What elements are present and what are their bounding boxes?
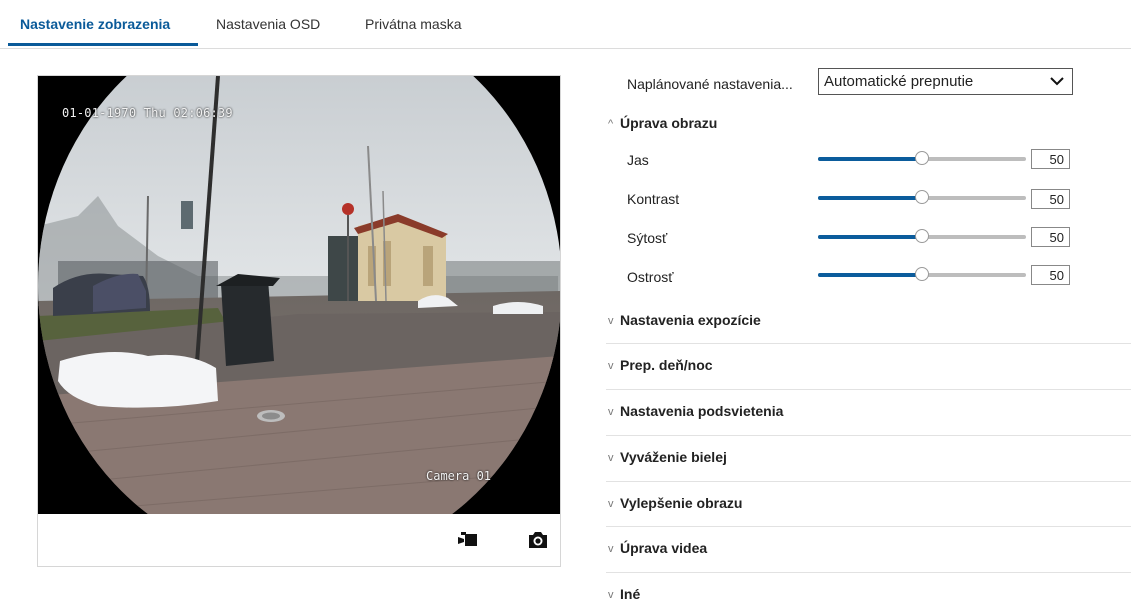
chevron-up-icon: ^ xyxy=(608,118,614,130)
section-image-adjust[interactable]: ^ Úprava obrazu xyxy=(608,115,717,131)
schedule-label: Naplánované nastavenia... xyxy=(627,76,793,92)
chevron-down-icon: v xyxy=(608,543,614,555)
active-tab-indicator xyxy=(8,43,198,46)
brightness-slider[interactable] xyxy=(818,150,1026,168)
chevron-down-icon: v xyxy=(608,498,614,510)
brightness-label: Jas xyxy=(627,152,649,168)
section-other[interactable]: v Iné xyxy=(608,586,640,602)
chevron-down-icon: v xyxy=(608,360,614,372)
osd-camera-name: Camera 01 xyxy=(426,469,492,483)
saturation-slider[interactable] xyxy=(818,228,1026,246)
section-backlight[interactable]: v Nastavenia podsvietenia xyxy=(608,403,783,419)
video-camera-icon[interactable] xyxy=(456,528,480,552)
camera-icon[interactable] xyxy=(526,528,550,552)
schedule-select-value: Automatické prepnutie xyxy=(824,73,974,90)
sharpness-slider[interactable] xyxy=(818,266,1026,284)
tab-privacy-mask[interactable]: Privátna maska xyxy=(365,16,461,32)
section-day-night[interactable]: v Prep. deň/noc xyxy=(608,357,713,373)
camera-scene-image xyxy=(38,76,560,514)
section-image-enhancement[interactable]: v Vylepšenie obrazu xyxy=(608,495,742,511)
sharpness-input[interactable] xyxy=(1031,265,1070,285)
section-video-adjust[interactable]: v Úprava videa xyxy=(608,540,707,556)
tab-display-settings[interactable]: Nastavenie zobrazenia xyxy=(20,16,170,32)
saturation-label: Sýtosť xyxy=(627,230,668,246)
chevron-down-icon: v xyxy=(608,315,614,327)
tab-osd-settings[interactable]: Nastavenia OSD xyxy=(216,16,320,32)
video-toolbar xyxy=(38,514,560,566)
contrast-input[interactable] xyxy=(1031,189,1070,209)
tab-bar: Nastavenie zobrazenia Nastavenia OSD Pri… xyxy=(0,0,1131,49)
brightness-input[interactable] xyxy=(1031,149,1070,169)
chevron-down-icon: v xyxy=(608,406,614,418)
chevron-down-icon: v xyxy=(608,589,614,601)
chevron-down-icon: v xyxy=(608,452,614,464)
sharpness-label: Ostrosť xyxy=(627,269,674,285)
saturation-input[interactable] xyxy=(1031,227,1070,247)
section-exposure[interactable]: v Nastavenia expozície xyxy=(608,312,761,328)
live-view-panel: 01-01-1970 Thu 02:06:39 Camera 01 xyxy=(37,75,561,567)
chevron-down-icon xyxy=(1050,77,1064,86)
section-white-balance[interactable]: v Vyváženie bielej xyxy=(608,449,727,465)
schedule-select[interactable]: Automatické prepnutie xyxy=(818,68,1073,95)
live-video[interactable]: 01-01-1970 Thu 02:06:39 Camera 01 xyxy=(38,76,560,514)
contrast-slider[interactable] xyxy=(818,189,1026,207)
osd-datetime: 01-01-1970 Thu 02:06:39 xyxy=(62,106,233,120)
contrast-label: Kontrast xyxy=(627,191,680,207)
